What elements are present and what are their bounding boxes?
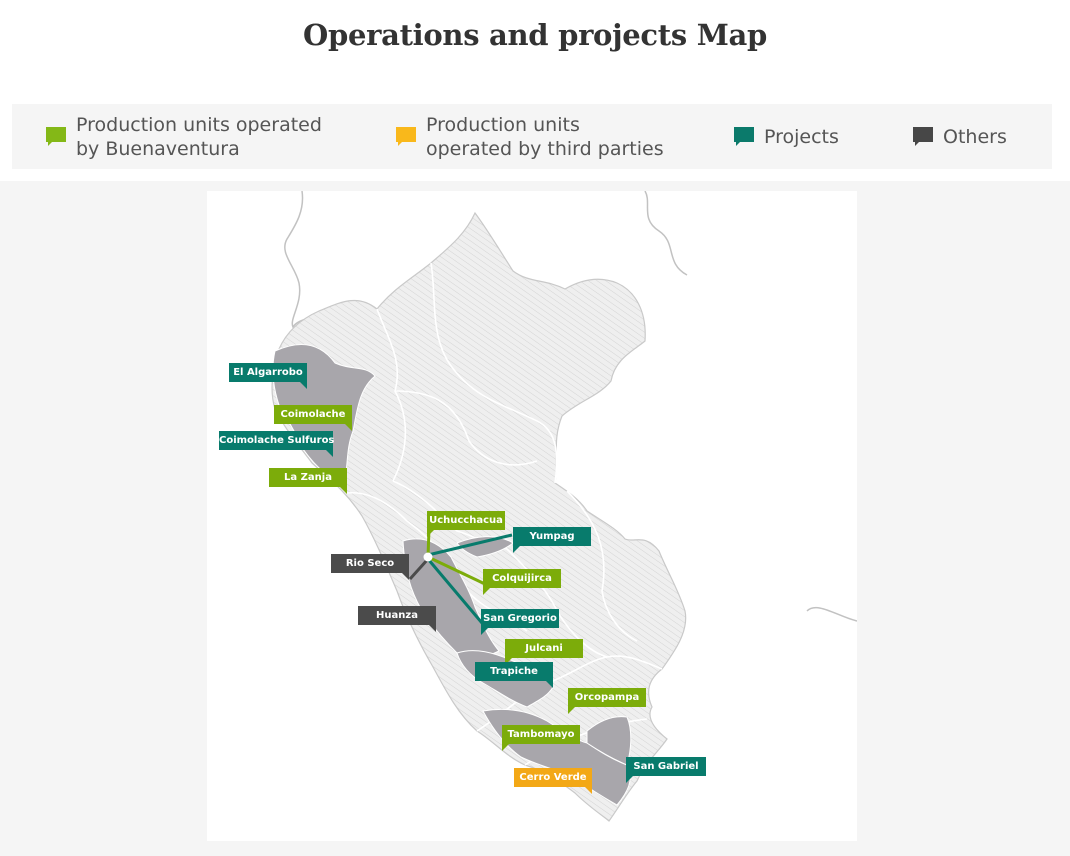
neighbor-border — [284, 191, 328, 329]
location-tag-orcopampa[interactable]: Orcopampa — [568, 688, 646, 714]
location-tag-rio-seco[interactable]: Rio Seco — [331, 554, 409, 580]
tag-pointer — [481, 628, 488, 635]
neighbor-border — [644, 191, 688, 276]
tag-pointer — [402, 573, 409, 580]
location-tag-coimolache[interactable]: Coimolache — [274, 405, 352, 431]
legend-label: Projects — [764, 125, 839, 148]
pointer-hub — [423, 552, 433, 562]
location-tag-yumpag[interactable]: Yumpag — [513, 527, 591, 553]
location-tag-san-gabriel[interactable]: San Gabriel — [626, 757, 706, 783]
tag-pointer — [546, 681, 553, 688]
location-tag-julcani[interactable]: Julcani — [505, 639, 583, 665]
legend-label: by Buenaventura — [76, 137, 240, 160]
tag-pointer — [483, 588, 490, 595]
tag-pointer — [345, 424, 352, 431]
green-flag-icon — [46, 126, 66, 146]
legend-label: Production units — [426, 113, 580, 136]
tag-pointer — [568, 707, 575, 714]
teal-flag-icon — [734, 126, 754, 146]
neighbor-border — [806, 606, 857, 622]
location-tag-el-algarrobo[interactable]: El Algarrobo — [229, 363, 307, 389]
location-tag-huanza[interactable]: Huanza — [358, 606, 436, 632]
map-legend: Production units operated by Buenaventura… — [12, 104, 1052, 169]
tag-pointer — [340, 487, 347, 494]
legend-item-projects: Projects — [734, 104, 839, 169]
legend-item-buenaventura: Production units operated by Buenaventura — [46, 104, 322, 169]
tag-pointer — [513, 546, 520, 553]
location-tag-cerro-verde[interactable]: Cerro Verde — [514, 768, 592, 794]
location-tag-colquijirca[interactable]: Colquijirca — [483, 569, 561, 595]
tag-pointer — [502, 744, 509, 751]
tag-pointer — [427, 530, 434, 537]
tag-pointer — [326, 450, 333, 457]
tag-pointer — [626, 776, 633, 783]
gray-flag-icon — [913, 126, 933, 146]
location-tag-coimolache-sulfuros[interactable]: Coimolache Sulfuros — [219, 431, 334, 457]
legend-item-third-parties: Production units operated by third partie… — [396, 104, 664, 169]
tag-pointer — [429, 625, 436, 632]
page-title: Operations and projects Map — [303, 18, 767, 52]
location-tag-san-gregorio[interactable]: San Gregorio — [481, 609, 559, 635]
legend-label: Production units operated — [76, 113, 322, 136]
tag-pointer — [300, 382, 307, 389]
yellow-flag-icon — [396, 126, 416, 146]
map-card: El Algarrobo Coimolache Coimolache Sulfuro… — [207, 191, 857, 841]
location-tag-tambomayo[interactable]: Tambomayo — [502, 725, 580, 751]
location-tag-la-zanja[interactable]: La Zanja — [269, 468, 347, 494]
legend-item-others: Others — [913, 104, 1007, 169]
tag-pointer — [585, 787, 592, 794]
legend-label: operated by third parties — [426, 137, 664, 160]
location-tag-trapiche[interactable]: Trapiche — [475, 662, 553, 688]
map-area: El Algarrobo Coimolache Coimolache Sulfuro… — [0, 181, 1070, 856]
location-tag-uchucchacua[interactable]: Uchucchacua — [427, 511, 505, 537]
legend-label: Others — [943, 125, 1007, 148]
